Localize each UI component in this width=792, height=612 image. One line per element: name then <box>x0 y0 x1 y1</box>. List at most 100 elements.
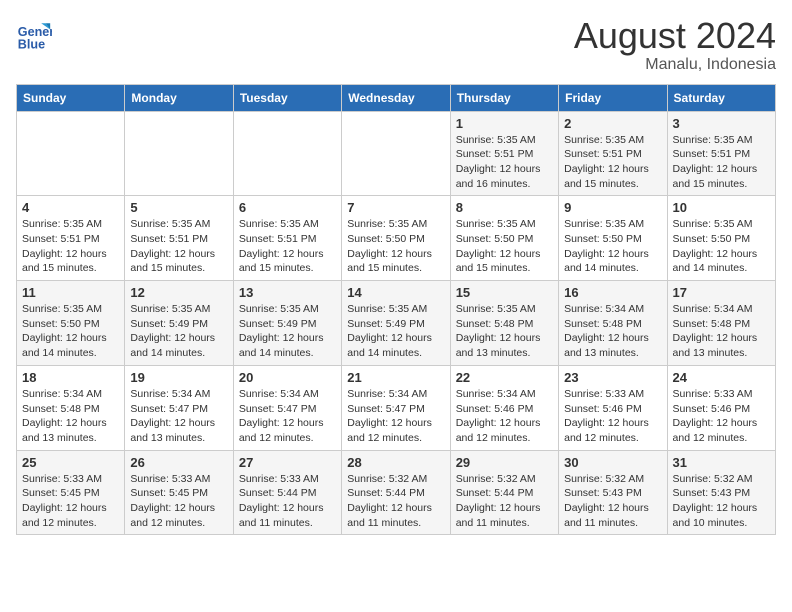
weekday-header-cell: Wednesday <box>342 84 450 111</box>
calendar-cell: 1Sunrise: 5:35 AM Sunset: 5:51 PM Daylig… <box>450 111 558 196</box>
calendar-cell: 31 Sunrise: 5:32 AM Sunset: 5:43 PM Dayli… <box>667 450 775 535</box>
day-number: 4 <box>22 200 119 215</box>
calendar-cell: 22 Sunrise: 5:34 AM Sunset: 5:46 PM Dayli… <box>450 365 558 450</box>
day-info: Sunrise: 5:32 AM Sunset: 5:44 PM Dayligh… <box>347 472 444 531</box>
day-info: Sunrise: 5:33 AM Sunset: 5:45 PM Dayligh… <box>22 472 119 531</box>
day-info: Sunrise: 5:34 AM Sunset: 5:48 PM Dayligh… <box>673 302 770 361</box>
calendar-cell: 19 Sunrise: 5:34 AM Sunset: 5:47 PM Dayli… <box>125 365 233 450</box>
calendar-cell: 13 Sunrise: 5:35 AM Sunset: 5:49 PM Dayli… <box>233 281 341 366</box>
calendar-week-row: 25 Sunrise: 5:33 AM Sunset: 5:45 PM Dayli… <box>17 450 776 535</box>
day-info: Sunrise: 5:32 AM Sunset: 5:43 PM Dayligh… <box>673 472 770 531</box>
day-number: 20 <box>239 370 336 385</box>
day-number: 28 <box>347 455 444 470</box>
day-number: 19 <box>130 370 227 385</box>
day-number: 26 <box>130 455 227 470</box>
svg-text:Blue: Blue <box>18 37 45 51</box>
day-info: Sunrise: 5:35 AM Sunset: 5:51 PM Dayligh… <box>673 133 770 192</box>
day-info: Sunrise: 5:33 AM Sunset: 5:44 PM Dayligh… <box>239 472 336 531</box>
day-number: 17 <box>673 285 770 300</box>
calendar-cell: 12Sunrise: 5:35 AM Sunset: 5:49 PM Dayli… <box>125 281 233 366</box>
day-info: Sunrise: 5:35 AM Sunset: 5:48 PM Dayligh… <box>456 302 553 361</box>
calendar-cell: 20 Sunrise: 5:34 AM Sunset: 5:47 PM Dayli… <box>233 365 341 450</box>
day-info: Sunrise: 5:33 AM Sunset: 5:46 PM Dayligh… <box>564 387 661 446</box>
day-number: 7 <box>347 200 444 215</box>
calendar-cell: 3Sunrise: 5:35 AM Sunset: 5:51 PM Daylig… <box>667 111 775 196</box>
calendar-cell: 2Sunrise: 5:35 AM Sunset: 5:51 PM Daylig… <box>559 111 667 196</box>
calendar-cell: 9 Sunrise: 5:35 AM Sunset: 5:50 PM Daylig… <box>559 196 667 281</box>
day-number: 18 <box>22 370 119 385</box>
day-info: Sunrise: 5:35 AM Sunset: 5:50 PM Dayligh… <box>456 217 553 276</box>
day-info: Sunrise: 5:35 AM Sunset: 5:49 PM Dayligh… <box>130 302 227 361</box>
weekday-header-cell: Tuesday <box>233 84 341 111</box>
calendar-cell <box>125 111 233 196</box>
day-info: Sunrise: 5:35 AM Sunset: 5:50 PM Dayligh… <box>347 217 444 276</box>
calendar-cell: 21 Sunrise: 5:34 AM Sunset: 5:47 PM Dayli… <box>342 365 450 450</box>
day-info: Sunrise: 5:34 AM Sunset: 5:46 PM Dayligh… <box>456 387 553 446</box>
day-number: 21 <box>347 370 444 385</box>
calendar-cell: 5 Sunrise: 5:35 AM Sunset: 5:51 PM Daylig… <box>125 196 233 281</box>
day-number: 22 <box>456 370 553 385</box>
weekday-header-row: SundayMondayTuesdayWednesdayThursdayFrid… <box>17 84 776 111</box>
day-info: Sunrise: 5:35 AM Sunset: 5:50 PM Dayligh… <box>564 217 661 276</box>
day-number: 15 <box>456 285 553 300</box>
calendar-cell: 23 Sunrise: 5:33 AM Sunset: 5:46 PM Dayli… <box>559 365 667 450</box>
day-number: 11 <box>22 285 119 300</box>
calendar-cell: 8 Sunrise: 5:35 AM Sunset: 5:50 PM Daylig… <box>450 196 558 281</box>
day-info: Sunrise: 5:32 AM Sunset: 5:44 PM Dayligh… <box>456 472 553 531</box>
calendar-cell: 15 Sunrise: 5:35 AM Sunset: 5:48 PM Dayli… <box>450 281 558 366</box>
day-number: 2 <box>564 116 661 131</box>
calendar-cell: 28 Sunrise: 5:32 AM Sunset: 5:44 PM Dayli… <box>342 450 450 535</box>
day-info: Sunrise: 5:35 AM Sunset: 5:49 PM Dayligh… <box>239 302 336 361</box>
day-number: 27 <box>239 455 336 470</box>
calendar-cell: 11 Sunrise: 5:35 AM Sunset: 5:50 PM Dayli… <box>17 281 125 366</box>
calendar-week-row: 1 Sunrise: 5:35 AM Sunset: 5:51 PM Daylig… <box>17 111 776 196</box>
day-number: 9 <box>564 200 661 215</box>
logo-icon: General Blue <box>16 16 52 52</box>
weekday-header-cell: Monday <box>125 84 233 111</box>
day-info: Sunrise: 5:35 AM Sunset: 5:51 PM Dayligh… <box>130 217 227 276</box>
calendar-cell <box>17 111 125 196</box>
day-number: 13 <box>239 285 336 300</box>
day-number: 24 <box>673 370 770 385</box>
day-number: 30 <box>564 455 661 470</box>
day-number: 23 <box>564 370 661 385</box>
calendar-cell: 25 Sunrise: 5:33 AM Sunset: 5:45 PM Dayli… <box>17 450 125 535</box>
calendar-cell: 10 Sunrise: 5:35 AM Sunset: 5:50 PM Dayli… <box>667 196 775 281</box>
day-number: 29 <box>456 455 553 470</box>
day-number: 5 <box>130 200 227 215</box>
calendar-cell: 27 Sunrise: 5:33 AM Sunset: 5:44 PM Dayli… <box>233 450 341 535</box>
day-number: 16 <box>564 285 661 300</box>
calendar-week-row: 11 Sunrise: 5:35 AM Sunset: 5:50 PM Dayli… <box>17 281 776 366</box>
day-number: 25 <box>22 455 119 470</box>
day-info: Sunrise: 5:34 AM Sunset: 5:47 PM Dayligh… <box>239 387 336 446</box>
weekday-header-cell: Thursday <box>450 84 558 111</box>
calendar-cell: 14Sunrise: 5:35 AM Sunset: 5:49 PM Dayli… <box>342 281 450 366</box>
day-info: Sunrise: 5:34 AM Sunset: 5:47 PM Dayligh… <box>130 387 227 446</box>
location: Manalu, Indonesia <box>574 56 776 74</box>
day-info: Sunrise: 5:35 AM Sunset: 5:51 PM Dayligh… <box>239 217 336 276</box>
calendar-cell <box>342 111 450 196</box>
calendar-cell: 16 Sunrise: 5:34 AM Sunset: 5:48 PM Dayli… <box>559 281 667 366</box>
calendar-cell: 18 Sunrise: 5:34 AM Sunset: 5:48 PM Dayli… <box>17 365 125 450</box>
calendar-cell: 6Sunrise: 5:35 AM Sunset: 5:51 PM Daylig… <box>233 196 341 281</box>
day-info: Sunrise: 5:34 AM Sunset: 5:48 PM Dayligh… <box>22 387 119 446</box>
day-info: Sunrise: 5:34 AM Sunset: 5:47 PM Dayligh… <box>347 387 444 446</box>
day-number: 14 <box>347 285 444 300</box>
day-number: 8 <box>456 200 553 215</box>
day-info: Sunrise: 5:35 AM Sunset: 5:51 PM Dayligh… <box>22 217 119 276</box>
logo: General Blue <box>16 16 52 52</box>
day-info: Sunrise: 5:33 AM Sunset: 5:45 PM Dayligh… <box>130 472 227 531</box>
day-info: Sunrise: 5:35 AM Sunset: 5:50 PM Dayligh… <box>673 217 770 276</box>
weekday-header-cell: Saturday <box>667 84 775 111</box>
day-info: Sunrise: 5:32 AM Sunset: 5:43 PM Dayligh… <box>564 472 661 531</box>
weekday-header-cell: Sunday <box>17 84 125 111</box>
calendar-cell: 26 Sunrise: 5:33 AM Sunset: 5:45 PM Dayli… <box>125 450 233 535</box>
weekday-header-cell: Friday <box>559 84 667 111</box>
day-number: 1 <box>456 116 553 131</box>
day-number: 31 <box>673 455 770 470</box>
title-block: August 2024 Manalu, Indonesia <box>574 16 776 74</box>
day-number: 10 <box>673 200 770 215</box>
day-info: Sunrise: 5:34 AM Sunset: 5:48 PM Dayligh… <box>564 302 661 361</box>
calendar-week-row: 4 Sunrise: 5:35 AM Sunset: 5:51 PM Daylig… <box>17 196 776 281</box>
day-info: Sunrise: 5:35 AM Sunset: 5:50 PM Dayligh… <box>22 302 119 361</box>
